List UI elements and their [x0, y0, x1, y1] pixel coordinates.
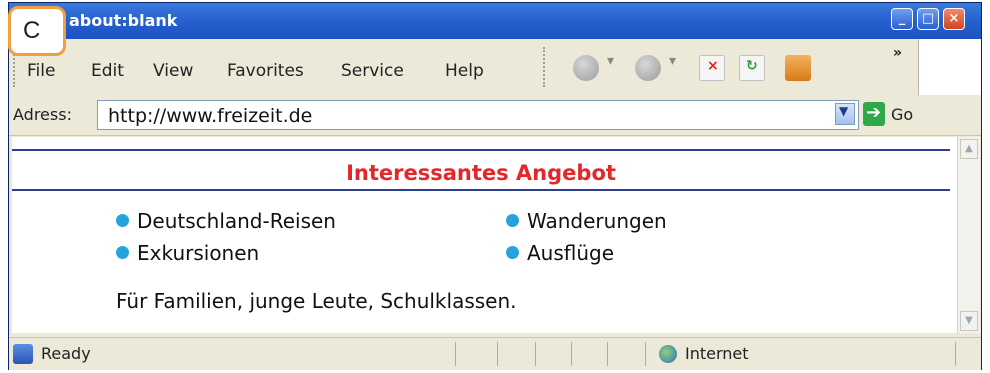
bullet-dot-icon — [506, 246, 519, 259]
exercise-label-badge: C — [8, 6, 66, 56]
close-icon: × — [948, 11, 960, 26]
menu-file[interactable]: File — [27, 61, 55, 81]
list-item: Deutschland-Reisen — [116, 209, 336, 233]
back-dropdown-icon[interactable]: ▾ — [607, 53, 614, 69]
toolbar-grip[interactable] — [543, 47, 547, 87]
page-icon — [13, 344, 33, 364]
forward-icon[interactable] — [635, 55, 661, 81]
close-button[interactable]: × — [943, 8, 965, 30]
security-zone: Internet — [685, 344, 749, 363]
page-headline: Interessantes Angebot — [346, 161, 616, 185]
status-divider — [607, 342, 608, 366]
title-bar[interactable]: about:blank _ □ × — [9, 3, 981, 39]
address-url: http://www.freizeit.de — [108, 105, 313, 127]
forward-dropdown-icon[interactable]: ▾ — [669, 53, 676, 69]
globe-icon — [659, 345, 677, 363]
refresh-icon[interactable]: ↻ — [739, 55, 765, 81]
status-bar: Ready Internet — [9, 337, 981, 370]
bullet-dot-icon — [116, 214, 129, 227]
go-label[interactable]: Go — [891, 105, 913, 124]
menu-edit[interactable]: Edit — [91, 61, 124, 81]
bullet-dot-icon — [116, 246, 129, 259]
list-item-text: Deutschland-Reisen — [137, 209, 336, 233]
back-icon[interactable] — [573, 55, 599, 81]
browser-window: about:blank _ □ × File Edit View Favorit… — [8, 2, 982, 370]
status-text: Ready — [41, 344, 91, 363]
window-title: about:blank — [69, 11, 178, 30]
menu-service[interactable]: Service — [341, 61, 404, 81]
list-item: Wanderungen — [506, 209, 667, 233]
scroll-down-icon[interactable]: ▼ — [960, 311, 978, 331]
vertical-scrollbar[interactable]: ▲ ▼ — [957, 137, 980, 333]
status-divider — [955, 342, 956, 366]
maximize-icon: □ — [921, 11, 935, 26]
menu-view[interactable]: View — [153, 61, 193, 81]
menu-favorites[interactable]: Favorites — [227, 61, 304, 81]
chevron-down-icon: ▼ — [839, 104, 849, 118]
minimize-button[interactable]: _ — [891, 8, 913, 30]
home-icon[interactable] — [785, 55, 811, 81]
maximize-button[interactable]: □ — [917, 8, 939, 30]
top-rule — [12, 149, 950, 151]
list-item: Exkursionen — [116, 241, 259, 265]
toolbar-overflow-icon[interactable]: » — [893, 45, 902, 61]
audience-text: Für Familien, junge Leute, Schulklassen. — [116, 289, 517, 313]
menu-toolbar: File Edit View Favorites Service Help ▾ … — [9, 39, 981, 96]
address-input[interactable]: http://www.freizeit.de — [97, 100, 859, 130]
status-divider — [645, 342, 646, 366]
address-dropdown-button[interactable]: ▼ — [835, 103, 855, 125]
throbber — [918, 39, 981, 95]
scroll-up-icon[interactable]: ▲ — [960, 139, 978, 159]
status-divider — [535, 342, 536, 366]
bottom-rule — [12, 189, 950, 191]
minimize-icon: _ — [898, 11, 906, 26]
bullet-dot-icon — [506, 214, 519, 227]
list-item: Ausflüge — [506, 241, 614, 265]
stop-icon[interactable]: × — [699, 55, 725, 81]
list-item-text: Wanderungen — [527, 209, 667, 233]
address-label: Adress: — [13, 105, 72, 124]
address-bar: Adress: http://www.freizeit.de ▼ ➔ Go — [9, 95, 981, 136]
status-divider — [571, 342, 572, 366]
status-divider — [497, 342, 498, 366]
status-divider — [455, 342, 456, 366]
list-item-text: Exkursionen — [137, 241, 260, 265]
go-button[interactable]: ➔ — [863, 102, 885, 126]
menu-help[interactable]: Help — [445, 61, 484, 81]
page-content: Interessantes Angebot Deutschland-Reisen… — [12, 137, 957, 333]
badge-letter: C — [23, 17, 41, 44]
go-arrow-icon: ➔ — [866, 102, 882, 123]
list-item-text: Ausflüge — [527, 241, 615, 265]
